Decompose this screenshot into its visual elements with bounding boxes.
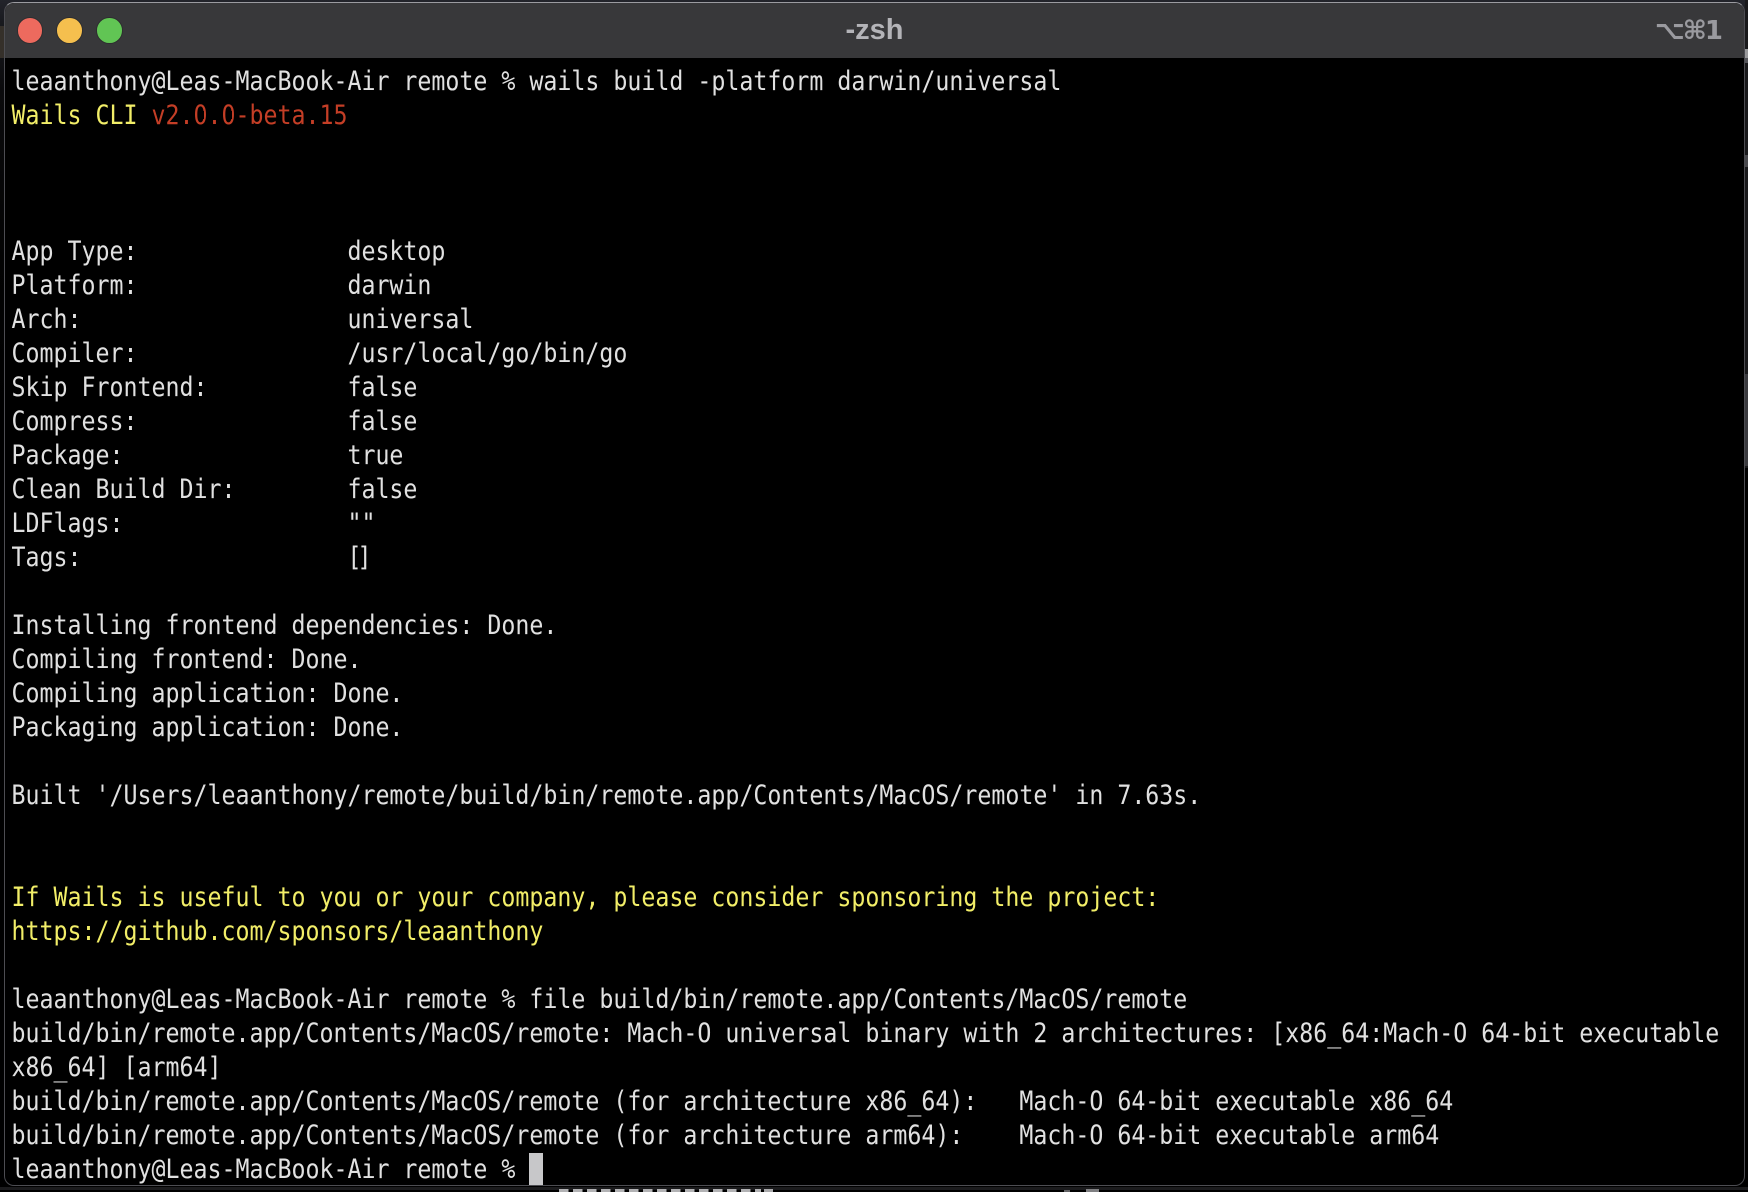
terminal-line [12, 167, 1732, 201]
terminal-line: App Type: desktop [12, 235, 1732, 269]
terminal-line [12, 847, 1732, 881]
terminal-line: Installing frontend dependencies: Done. [12, 609, 1732, 643]
terminal-line: If Wails is useful to you or your compan… [12, 881, 1732, 915]
terminal-text-segment: Built '/Users/leaanthony/remote/build/bi… [12, 780, 1202, 811]
terminal-line: Tags: [] [12, 541, 1732, 575]
terminal-screen[interactable]: leaanthony@Leas-MacBook-Air remote % wai… [12, 65, 1732, 1186]
terminal-text-segment: https://github.com/sponsors/leaanthony [12, 916, 544, 947]
terminal-line: Platform: darwin [12, 269, 1732, 303]
terminal-line [12, 201, 1732, 235]
terminal-text-segment: Compiling frontend: Done. [12, 644, 362, 675]
terminal-line: leaanthony@Leas-MacBook-Air remote % wai… [12, 65, 1732, 99]
background-window-edge [0, 1187, 1748, 1190]
terminal-line [12, 575, 1732, 609]
terminal-line: leaanthony@Leas-MacBook-Air remote % [12, 1153, 1732, 1186]
terminal-line: Wails CLI v2.0.0-beta.15 [12, 99, 1732, 133]
terminal-line: Compress: false [12, 405, 1732, 439]
desktop: { "window": { "title": "-zsh", "shortcut… [0, 0, 1748, 1192]
terminal-text-segment: Wails CLI [12, 100, 152, 131]
terminal-text-segment: build/bin/remote.app/Contents/MacOS/remo… [12, 1018, 1720, 1049]
terminal-line [12, 745, 1732, 779]
terminal-line: Package: true [12, 439, 1732, 473]
titlebar[interactable]: -zsh ⌥⌘1 [5, 3, 1744, 58]
terminal-line: Compiling application: Done. [12, 677, 1732, 711]
terminal-line: Packaging application: Done. [12, 711, 1732, 745]
terminal-text-segment: x86_64] [arm64] [12, 1052, 222, 1083]
terminal-line: LDFlags: "" [12, 507, 1732, 541]
terminal-line: Skip Frontend: false [12, 371, 1732, 405]
window-shortcut-badge: ⌥⌘1 [1655, 3, 1721, 58]
terminal-text-segment: [] [347, 542, 367, 573]
zero-glyph-dot-cover [226, 111, 232, 119]
terminal-line: Compiler: /usr/local/go/bin/go [12, 337, 1732, 371]
terminal-text-segment: Skip Frontend: false [12, 372, 418, 403]
terminal-line [12, 949, 1732, 983]
terminal-text-segment: App Type: desktop [12, 236, 446, 267]
terminal-line: Compiling frontend: Done. [12, 643, 1732, 677]
terminal-line: x86_64] [arm64] [12, 1051, 1732, 1085]
terminal-text-segment: leaanthony@Leas-MacBook-Air remote % wai… [12, 66, 1062, 97]
terminal-line: Arch: universal [12, 303, 1732, 337]
terminal-text-segment: v2.0.0-beta.15 [151, 100, 347, 131]
terminal-text-segment: Platform: darwin [12, 270, 432, 301]
terminal-cursor [529, 1153, 543, 1186]
desktop-wallpaper-sliver [0, 26, 4, 58]
terminal-text-segment: build/bin/remote.app/Contents/MacOS/remo… [12, 1086, 1454, 1117]
terminal-line: build/bin/remote.app/Contents/MacOS/remo… [12, 1085, 1732, 1119]
terminal-line: build/bin/remote.app/Contents/MacOS/remo… [12, 1119, 1732, 1153]
terminal-text-segment: leaanthony@Leas-MacBook-Air remote % [12, 1154, 530, 1185]
terminal-text-segment: Package: true [12, 440, 404, 471]
terminal-line: build/bin/remote.app/Contents/MacOS/remo… [12, 1017, 1732, 1051]
terminal-text-segment: leaanthony@Leas-MacBook-Air remote % fil… [12, 984, 1188, 1015]
terminal-text-segment: Clean Build Dir: false [12, 474, 418, 505]
terminal-text-segment: Compress: false [12, 406, 418, 437]
terminal-line [12, 133, 1732, 167]
terminal-text-segment: Packaging application: Done. [12, 712, 404, 743]
terminal-text-segment: build/bin/remote.app/Contents/MacOS/remo… [12, 1120, 1440, 1151]
terminal-window: -zsh ⌥⌘1 leaanthony@Leas-MacBook-Air rem… [4, 2, 1745, 1186]
terminal-text-segment: LDFlags: "" [12, 508, 376, 539]
zero-glyph-dot-cover [198, 111, 204, 119]
terminal-text-segment: If Wails is useful to you or your compan… [12, 882, 1160, 913]
terminal-text-segment: Compiling application: Done. [12, 678, 404, 709]
terminal-line [12, 813, 1732, 847]
terminal-line: leaanthony@Leas-MacBook-Air remote % fil… [12, 983, 1732, 1017]
terminal-text-segment: Compiler: /usr/local/go/bin/go [12, 338, 628, 369]
terminal-line: https://github.com/sponsors/leaanthony [12, 915, 1732, 949]
terminal-text-segment: Installing frontend dependencies: Done. [12, 610, 558, 641]
window-title: -zsh [5, 3, 1744, 58]
terminal-line: Clean Build Dir: false [12, 473, 1732, 507]
terminal-text-segment: Tags: [12, 542, 348, 573]
terminal-text-segment: Arch: universal [12, 304, 474, 335]
terminal-line: Built '/Users/leaanthony/remote/build/bi… [12, 779, 1732, 813]
